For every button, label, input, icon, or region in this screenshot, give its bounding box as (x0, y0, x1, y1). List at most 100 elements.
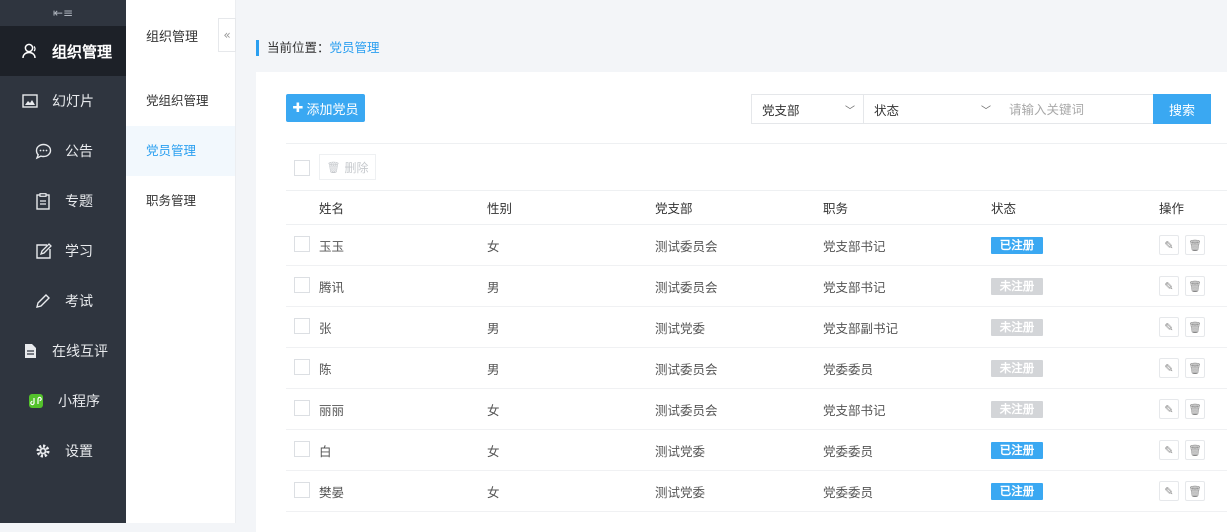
row-checkbox[interactable] (294, 276, 310, 293)
status-badge: 已注册 (991, 441, 1043, 459)
cell-gender: 女 (487, 443, 500, 459)
plus-icon: ✚ (292, 100, 304, 116)
table-row: 腾讯 男 测试委员会 党支部书记 未注册 ✎ 🗑 (286, 266, 1227, 307)
table-row: 陈 男 测试委员会 党委委员 未注册 ✎ 🗑 (286, 348, 1227, 389)
sidebar-item-label: 在线互评 (52, 344, 108, 360)
chevron-down-icon: ﹀ (981, 106, 991, 117)
trash-icon: 🗑 (1188, 279, 1202, 293)
delete-button[interactable]: 🗑 删除 (319, 154, 376, 180)
cell-name: 丽丽 (319, 402, 345, 418)
status-select-value: 状态 (874, 102, 900, 118)
trash-icon: 🗑 (1188, 443, 1202, 457)
edit-button[interactable]: ✎ (1159, 317, 1179, 337)
clipboard-icon (33, 191, 53, 211)
cell-role: 党支部书记 (823, 238, 886, 254)
sidebar-item-label: 设置 (65, 444, 93, 460)
cell-name: 白 (319, 443, 332, 459)
row-checkbox[interactable] (294, 358, 310, 375)
subnav-item-positions[interactable]: 职务管理 (126, 176, 235, 226)
cell-name: 腾讯 (319, 279, 345, 295)
edit-button[interactable]: ✎ (1159, 358, 1179, 378)
status-badge: 未注册 (991, 277, 1043, 295)
cell-role: 党支部书记 (823, 279, 886, 295)
delete-row-button[interactable]: 🗑 (1185, 440, 1205, 460)
col-status: 状态 (991, 201, 1017, 216)
search-input[interactable] (999, 94, 1154, 124)
row-checkbox[interactable] (294, 399, 310, 416)
table-row: 玉玉 女 测试委员会 党支部书记 已注册 ✎ 🗑 (286, 225, 1227, 266)
edit-button[interactable]: ✎ (1159, 399, 1179, 419)
add-member-label: 添加党员 (306, 102, 359, 118)
status-badge: 未注册 (991, 400, 1043, 418)
branch-select[interactable]: 党支部 ﹀ (751, 94, 864, 124)
trash-icon: 🗑 (1188, 484, 1202, 498)
member-panel: ✚ 添加党员 党支部 ﹀ 状态 ﹀ 搜索 🗑 删除 姓名 性别 党支部 职务 (256, 72, 1227, 532)
sidebar-item-peer-review[interactable]: 在线互评 (0, 326, 126, 376)
miniprogram-icon (26, 391, 46, 411)
divider (286, 143, 1227, 144)
delete-row-button[interactable]: 🗑 (1185, 399, 1205, 419)
row-checkbox[interactable] (294, 235, 310, 252)
subnav-item-party-org[interactable]: 党组织管理 (126, 76, 235, 126)
table-row: 白 女 测试党委 党委委员 已注册 ✎ 🗑 (286, 430, 1227, 471)
row-checkbox[interactable] (294, 440, 310, 457)
menu-collapse-icon[interactable]: ⇤≡ (0, 0, 126, 26)
select-all-checkbox[interactable] (294, 160, 310, 176)
cell-gender: 男 (487, 279, 500, 295)
edit-button[interactable]: ✎ (1159, 481, 1179, 501)
breadcrumb-current[interactable]: 党员管理 (330, 40, 380, 55)
trash-icon: 🗑 (1188, 320, 1202, 334)
sidebar-item-slides[interactable]: 幻灯片 (0, 76, 126, 126)
table-row: 樊晏 女 测试党委 党委委员 已注册 ✎ 🗑 (286, 471, 1227, 512)
sidebar-item-org[interactable]: 组织管理 (0, 26, 126, 76)
edit-icon (33, 241, 53, 261)
col-name: 姓名 (319, 201, 345, 216)
file-icon (20, 341, 40, 361)
row-checkbox[interactable] (294, 481, 310, 498)
subnav-collapse-button[interactable]: « (218, 18, 236, 52)
cell-branch: 测试委员会 (655, 279, 718, 295)
table-header: 姓名 性别 党支部 职务 状态 操作 (286, 190, 1227, 225)
delete-label: 删除 (344, 160, 369, 175)
cell-role: 党委委员 (823, 484, 874, 500)
subnav-item-members[interactable]: 党员管理 (126, 126, 235, 176)
status-select[interactable]: 状态 ﹀ (863, 94, 1000, 124)
sidebar-item-exam[interactable]: 考试 (0, 276, 126, 326)
cell-branch: 测试党委 (655, 484, 706, 500)
sidebar-item-miniprogram[interactable]: 小程序 (0, 376, 126, 426)
edit-button[interactable]: ✎ (1159, 276, 1179, 296)
cell-gender: 男 (487, 320, 500, 336)
sidebar-item-settings[interactable]: 设置 (0, 426, 126, 476)
sidebar-item-label: 考试 (65, 294, 93, 310)
sidebar-item-topic[interactable]: 专题 (0, 176, 126, 226)
sidebar-item-label: 公告 (65, 144, 93, 160)
delete-row-button[interactable]: 🗑 (1185, 481, 1205, 501)
branch-select-value: 党支部 (762, 102, 800, 118)
delete-row-button[interactable]: 🗑 (1185, 317, 1205, 337)
cell-role: 党委委员 (823, 361, 874, 377)
cell-branch: 测试委员会 (655, 238, 718, 254)
cell-name: 玉玉 (319, 238, 345, 254)
status-badge: 已注册 (991, 236, 1043, 254)
edit-button[interactable]: ✎ (1159, 235, 1179, 255)
add-member-button[interactable]: ✚ 添加党员 (286, 94, 365, 122)
row-checkbox[interactable] (294, 317, 310, 334)
sidebar-item-label: 幻灯片 (52, 94, 94, 110)
trash-icon: 🗑 (326, 160, 341, 174)
cell-name: 张 (319, 320, 332, 336)
pencil-icon: ✎ (1164, 443, 1174, 457)
sidebar-item-notice[interactable]: 公告 (0, 126, 126, 176)
status-badge: 未注册 (991, 359, 1043, 377)
sidebar-item-study[interactable]: 学习 (0, 226, 126, 276)
edit-button[interactable]: ✎ (1159, 440, 1179, 460)
sub-navigation: 组织管理 党组织管理 党员管理 职务管理 (126, 0, 236, 523)
delete-row-button[interactable]: 🗑 (1185, 358, 1205, 378)
table-body: 玉玉女测试委员会 党支部书记 已注册 ✎ 🗑 腾讯男测试委员会 党支部书记 未注册 ✎ 🗑 张男测试… (286, 225, 1227, 512)
delete-row-button[interactable]: 🗑 (1185, 235, 1205, 255)
pencil-icon: ✎ (1164, 402, 1174, 416)
pencil-icon (33, 291, 53, 311)
delete-row-button[interactable]: 🗑 (1185, 276, 1205, 296)
col-role: 职务 (823, 201, 849, 216)
search-button[interactable]: 搜索 (1153, 94, 1211, 124)
status-badge: 未注册 (991, 318, 1043, 336)
